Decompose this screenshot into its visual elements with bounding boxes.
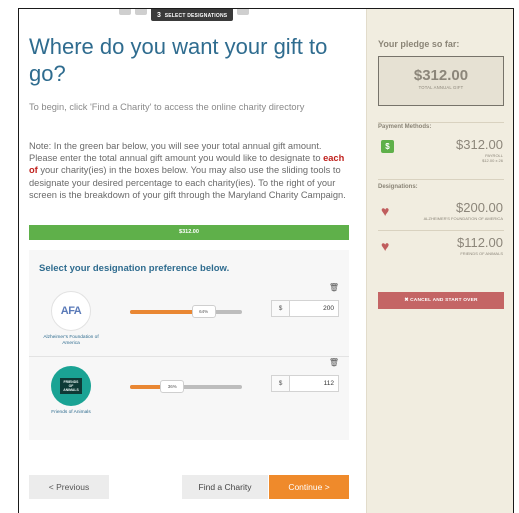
designation-amount: $200.00 [456,200,503,215]
note-part-2: your charity(ies) in the boxes below. Yo… [29,165,346,200]
amount-value[interactable]: 200 [323,301,334,316]
find-charity-button[interactable]: Find a Charity [182,475,268,499]
amount-input[interactable]: $ 200 [271,300,339,317]
designation-amount: $112.00 [456,235,503,250]
cancel-button[interactable]: ✖ CANCEL AND START OVER [378,292,504,309]
divider [378,122,504,123]
charity-name: Alzheimer's Foundation of America [43,335,99,346]
cancel-label: CANCEL AND START OVER [410,298,478,303]
pledge-label: TOTAL ANNUAL GIFT [418,85,464,90]
slider-thumb[interactable]: 36% [160,380,185,393]
pledge-total-box: $312.00 TOTAL ANNUAL GIFT [378,56,504,106]
currency-symbol: $ [272,376,290,391]
app-frame: 3 SELECT DESIGNATIONS Where do you want … [18,8,514,513]
sidebar-title: Your pledge so far: [378,39,460,49]
designation-name: FRIENDS OF ANIMALS [460,251,503,256]
afa-logo-text: AFA [60,305,82,317]
payment-methods-label: Payment Methods: [378,124,432,130]
trash-icon[interactable]: 🗑 [329,283,339,292]
step-3-indicator: 3 SELECT DESIGNATIONS [151,9,234,21]
note-part-1: Note: In the green bar below, you will s… [29,141,324,164]
foa-logo-text: FRIENDS OF ANIMALS [60,378,82,394]
total-gift-bar: $312.00 [29,225,349,240]
trash-icon[interactable]: 🗑 [329,358,339,367]
friends-of-animals-logo: FRIENDS OF ANIMALS [51,366,91,406]
panel-heading: Select your designation preference below… [39,263,230,274]
previous-button[interactable]: < Previous [29,475,109,499]
heart-icon: ♥ [381,203,390,219]
main-content: 3 SELECT DESIGNATIONS Where do you want … [19,9,366,513]
step-label: SELECT DESIGNATIONS [164,13,228,19]
continue-button[interactable]: Continue > [269,475,349,499]
amount-value[interactable]: 112 [324,376,334,391]
page-title: Where do you want your gift to go? [29,34,328,86]
pledge-sidebar: Your pledge so far: $312.00 TOTAL ANNUAL… [366,9,513,513]
afa-logo: AFA [51,291,91,331]
currency-symbol: $ [272,301,290,316]
heart-icon: ♥ [381,238,390,254]
designation-row-afa: AFA Alzheimer's Foundation of America 64… [29,283,349,357]
designation-panel: Select your designation preference below… [29,250,349,440]
allocation-slider[interactable]: 36% [130,380,242,393]
pledge-amount: $312.00 [413,67,469,84]
step-4-indicator[interactable] [237,9,250,15]
designations-label: Designations: [378,184,418,190]
payment-amount: $312.00 [456,137,503,152]
slider-thumb[interactable]: 64% [191,305,216,318]
note-text: Note: In the green bar below, you will s… [29,140,351,201]
slider-fill [130,310,202,314]
amount-input[interactable]: $ 112 [271,375,339,392]
step-number: 3 [157,12,162,19]
allocation-slider[interactable]: 64% [130,305,242,318]
dollar-icon: $ [381,140,394,153]
step-2-indicator[interactable] [135,9,147,15]
step-1-indicator[interactable] [119,9,131,15]
divider [378,179,504,180]
payment-schedule: $12.00 x 26 [482,158,503,163]
step-progress: 3 SELECT DESIGNATIONS [119,9,250,21]
designation-row-foa: FRIENDS OF ANIMALS Friends of Animals 36… [29,358,349,432]
intro-text: To begin, click 'Find a Charity' to acce… [29,102,305,112]
charity-name: Friends of Animals [51,410,91,415]
divider [378,230,504,231]
designation-name: ALZHEIMER'S FOUNDATION OF AMERICA [423,216,503,221]
